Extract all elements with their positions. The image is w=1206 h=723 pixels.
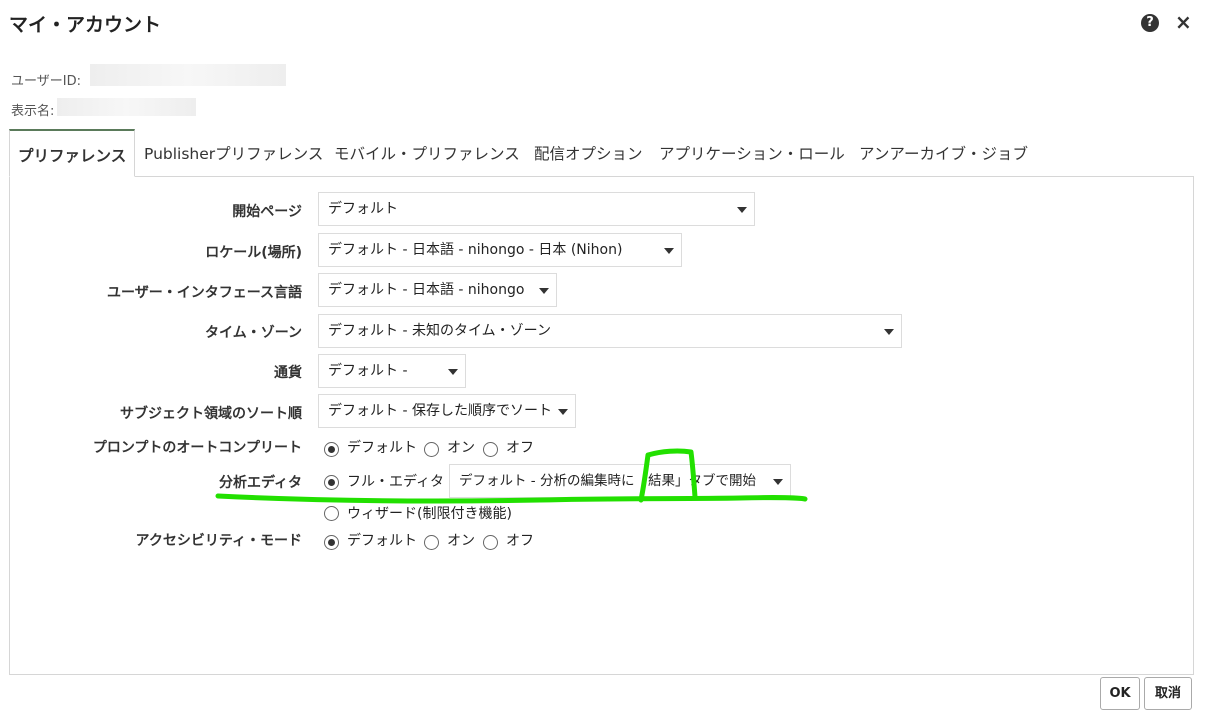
prompt-autocomplete-default-radio[interactable] bbox=[324, 442, 339, 457]
prompt-autocomplete-on-label: オン bbox=[447, 440, 475, 456]
ui-language-label: ユーザー・インタフェース言語 bbox=[106, 285, 302, 301]
subject-sort-value: デフォルト - 保存した順序でソート bbox=[328, 403, 552, 419]
ui-language-value: デフォルト - 日本語 - nihongo bbox=[328, 282, 525, 298]
display-name-label: 表示名: bbox=[11, 104, 55, 119]
start-page-label: 開始ページ bbox=[232, 204, 302, 220]
accessibility-off-label: オフ bbox=[506, 533, 534, 549]
timezone-value: デフォルト - 未知のタイム・ゾーン bbox=[328, 323, 551, 339]
tab-bar: プリファレンス Publisherプリファレンス モバイル・プリファレンス 配信… bbox=[9, 129, 1194, 177]
chevron-down-icon bbox=[558, 409, 568, 415]
chevron-down-icon bbox=[737, 207, 747, 213]
locale-select[interactable]: デフォルト - 日本語 - nihongo - 日本 (Nihon) bbox=[318, 233, 682, 267]
start-page-value: デフォルト bbox=[328, 201, 398, 217]
help-icon[interactable]: ? bbox=[1141, 14, 1159, 32]
subject-sort-select[interactable]: デフォルト - 保存した順序でソート bbox=[318, 394, 576, 428]
analysis-editor-full-value: デフォルト - 分析の編集時に「結果」タブで開始 bbox=[459, 473, 756, 489]
prompt-autocomplete-on-radio[interactable] bbox=[424, 442, 439, 457]
user-id-label: ユーザーID: bbox=[11, 74, 81, 89]
accessibility-on-label: オン bbox=[447, 533, 475, 549]
chevron-down-icon bbox=[884, 329, 894, 335]
close-icon[interactable]: × bbox=[1175, 11, 1192, 33]
start-page-select[interactable]: デフォルト bbox=[318, 192, 755, 226]
ui-language-select[interactable]: デフォルト - 日本語 - nihongo bbox=[318, 273, 557, 307]
analysis-editor-full-label: フル・エディタ bbox=[347, 474, 445, 490]
analysis-editor-wizard-label: ウィザード(制限付き機能) bbox=[347, 506, 512, 522]
chevron-down-icon bbox=[664, 248, 674, 254]
tab-preferences[interactable]: プリファレンス bbox=[9, 129, 136, 177]
locale-label: ロケール(場所) bbox=[205, 245, 302, 261]
prompt-autocomplete-off-label: オフ bbox=[506, 440, 534, 456]
timezone-select[interactable]: デフォルト - 未知のタイム・ゾーン bbox=[318, 314, 902, 348]
prompt-autocomplete-off-radio[interactable] bbox=[483, 442, 498, 457]
prompt-autocomplete-default-label: デフォルト bbox=[347, 440, 417, 456]
display-name-value-redacted bbox=[57, 98, 196, 116]
chevron-down-icon bbox=[448, 369, 458, 375]
cancel-button[interactable]: 取消 bbox=[1144, 677, 1192, 710]
analysis-editor-full-select[interactable]: デフォルト - 分析の編集時に「結果」タブで開始 bbox=[449, 464, 791, 498]
accessibility-label: アクセシビリティ・モード bbox=[135, 533, 302, 549]
analysis-editor-wizard-radio[interactable] bbox=[324, 506, 339, 521]
tab-publisher-preferences[interactable]: Publisherプリファレンス bbox=[144, 129, 323, 175]
tab-mobile-preferences[interactable]: モバイル・プリファレンス bbox=[334, 129, 520, 175]
tab-delivery-options[interactable]: 配信オプション bbox=[534, 129, 643, 175]
currency-label: 通貨 bbox=[274, 365, 302, 381]
user-id-value-redacted bbox=[90, 64, 286, 86]
locale-value: デフォルト - 日本語 - nihongo - 日本 (Nihon) bbox=[328, 242, 623, 258]
accessibility-off-radio[interactable] bbox=[483, 535, 498, 550]
chevron-down-icon bbox=[773, 479, 783, 485]
prompt-autocomplete-label: プロンプトのオートコンプリート bbox=[92, 440, 302, 456]
accessibility-on-radio[interactable] bbox=[424, 535, 439, 550]
dialog-title: マイ・アカウント bbox=[9, 14, 162, 36]
accessibility-default-radio[interactable] bbox=[324, 535, 339, 550]
tab-application-roles[interactable]: アプリケーション・ロール bbox=[659, 129, 845, 175]
chevron-down-icon bbox=[539, 288, 549, 294]
analysis-editor-label: 分析エディタ bbox=[218, 475, 302, 491]
subject-sort-label: サブジェクト領域のソート順 bbox=[120, 406, 302, 422]
accessibility-default-label: デフォルト bbox=[347, 533, 417, 549]
tab-unarchive-jobs[interactable]: アンアーカイブ・ジョブ bbox=[859, 129, 1028, 175]
currency-value: デフォルト - bbox=[328, 363, 408, 379]
timezone-label: タイム・ゾーン bbox=[204, 325, 302, 341]
analysis-editor-full-radio[interactable] bbox=[324, 475, 339, 490]
ok-button[interactable]: OK bbox=[1100, 677, 1140, 710]
currency-select[interactable]: デフォルト - bbox=[318, 354, 466, 388]
